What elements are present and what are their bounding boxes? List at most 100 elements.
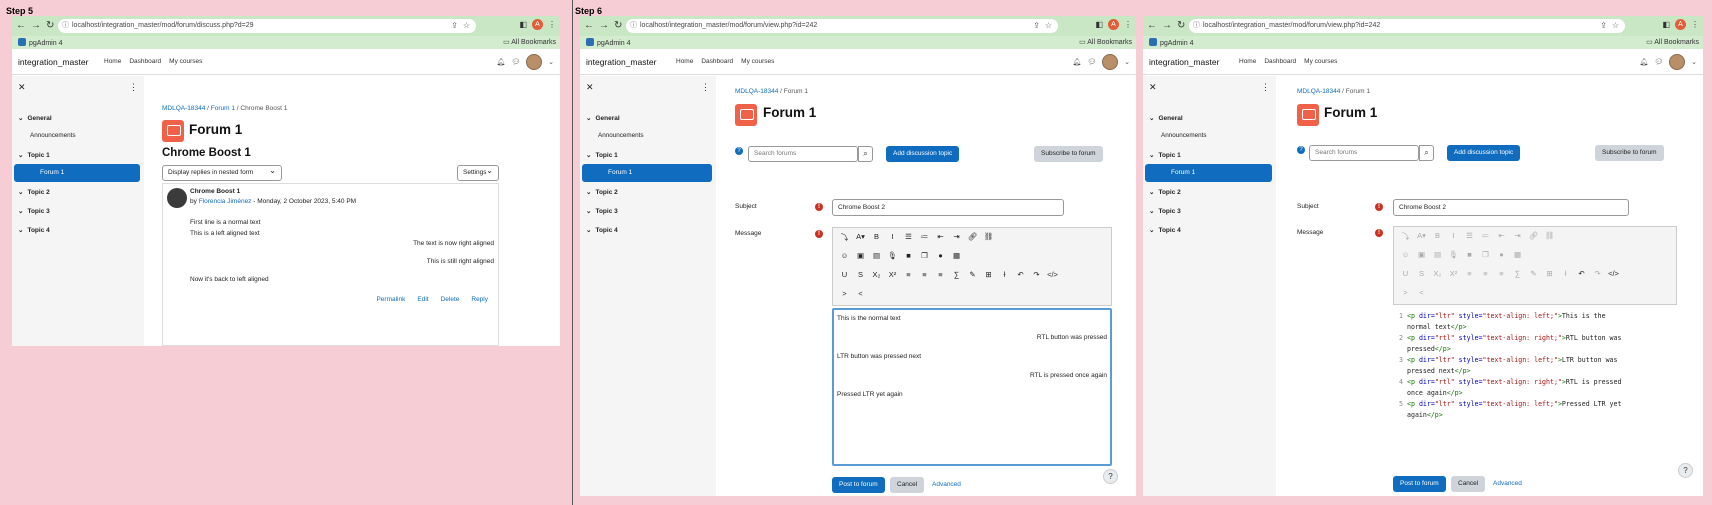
sidepanel-icon[interactable]: ◧ [519, 20, 527, 29]
table-icon[interactable]: ⊞ [983, 270, 994, 279]
forward-icon[interactable]: → [31, 20, 41, 31]
search-input[interactable]: Search forums [1309, 145, 1419, 161]
search-icon[interactable]: ⌕ [858, 146, 873, 162]
section-topic-1[interactable]: Topic 1 [18, 151, 49, 159]
undo-icon[interactable]: ↶ [1576, 269, 1587, 278]
unlink-icon[interactable]: ⛓ [983, 232, 994, 243]
html-icon[interactable]: </> [1047, 270, 1058, 279]
sidepanel-icon[interactable]: ◧ [1095, 20, 1103, 29]
subject-input[interactable]: Chrome Boost 2 [832, 199, 1064, 216]
section-topic-3[interactable]: Topic 3 [1149, 207, 1180, 215]
nav-home[interactable]: Home [104, 58, 121, 65]
nav-my-courses[interactable]: My courses [1304, 58, 1337, 65]
display-mode-select[interactable]: Display replies in nested form [162, 164, 282, 181]
author-avatar[interactable] [167, 188, 187, 208]
info-icon[interactable]: ? [1297, 146, 1305, 154]
menu-dots-icon[interactable]: ⋮ [548, 20, 556, 29]
all-bookmarks[interactable]: ▭ All Bookmarks [1079, 38, 1132, 46]
delete-link[interactable]: Delete [441, 296, 460, 303]
post-to-forum-button[interactable]: Post to forum [832, 477, 885, 493]
italic-icon[interactable]: I [887, 232, 898, 243]
nav-dashboard[interactable]: Dashboard [129, 58, 161, 65]
section-topic-1[interactable]: Topic 1 [1149, 151, 1180, 159]
profile-icon[interactable]: A [1108, 19, 1119, 30]
avatar[interactable] [1669, 54, 1686, 70]
nav-home[interactable]: Home [1239, 58, 1256, 65]
undo-icon[interactable]: ↶ [1015, 270, 1026, 279]
chevron-down-icon[interactable]: ⌄ [1124, 58, 1130, 66]
manage-files-icon[interactable]: ❐ [919, 251, 930, 260]
special-char-icon[interactable]: ✎ [967, 270, 978, 279]
nav-home[interactable]: Home [676, 58, 693, 65]
share-icon[interactable]: ⇪ [1033, 19, 1040, 33]
strikethrough-icon[interactable]: S [855, 270, 866, 279]
media-icon[interactable]: ▤ [871, 251, 882, 260]
underline-icon[interactable]: U [839, 270, 850, 279]
reply-link[interactable]: Reply [471, 296, 488, 303]
help-button[interactable]: ? [1103, 469, 1118, 484]
kebab-icon[interactable]: ⋮ [129, 82, 138, 93]
section-topic-3[interactable]: Topic 3 [18, 207, 49, 215]
item-forum-1-active[interactable]: Forum 1 [14, 164, 140, 182]
back-icon[interactable]: ← [1147, 20, 1157, 31]
html-icon[interactable]: </> [1608, 269, 1619, 278]
star-icon[interactable]: ☆ [1045, 19, 1052, 33]
section-general[interactable]: General [586, 114, 619, 122]
section-topic-4[interactable]: Topic 4 [18, 226, 49, 234]
avatar[interactable] [526, 54, 543, 70]
item-announcements[interactable]: Announcements [30, 132, 76, 139]
equation-icon[interactable]: ∑ [951, 270, 962, 279]
forward-icon[interactable]: → [1162, 20, 1172, 31]
bell-icon[interactable]: 🔔︎ [496, 58, 505, 66]
bell-icon[interactable]: 🔔︎ [1639, 58, 1648, 66]
indent-icon[interactable]: ⇥ [951, 232, 962, 243]
menu-dots-icon[interactable]: ⋮ [1124, 20, 1132, 29]
site-brand[interactable]: integration_master [1149, 57, 1219, 67]
section-general[interactable]: General [18, 114, 51, 122]
subject-input[interactable]: Chrome Boost 2 [1393, 199, 1629, 216]
section-topic-2[interactable]: Topic 2 [1149, 188, 1180, 196]
share-icon[interactable]: ⇪ [1600, 19, 1607, 33]
address-bar[interactable]: ⓘ localhost/integration_master/mod/forum… [58, 19, 476, 33]
expand-toolbar-icon[interactable]: ⤵ [839, 232, 850, 243]
table-grid-icon[interactable]: ▦ [951, 251, 962, 260]
superscript-icon[interactable]: X² [887, 270, 898, 279]
section-topic-2[interactable]: Topic 2 [586, 188, 617, 196]
all-bookmarks[interactable]: ▭ All Bookmarks [503, 38, 556, 46]
sidepanel-icon[interactable]: ◧ [1662, 20, 1670, 29]
address-bar[interactable]: ⓘ localhost/integration_master/mod/forum… [626, 19, 1058, 33]
avatar[interactable] [1102, 54, 1119, 70]
align-right-icon[interactable]: ≡ [935, 270, 946, 279]
bullet-list-icon[interactable]: ☰ [903, 232, 914, 243]
permalink-link[interactable]: Permalink [376, 296, 405, 303]
subscript-icon[interactable]: X₂ [871, 270, 882, 279]
profile-icon[interactable]: A [532, 19, 543, 30]
cancel-button[interactable]: Cancel [1451, 476, 1486, 492]
bookmark-pgadmin[interactable]: pgAdmin 4 [18, 38, 62, 47]
chat-icon[interactable]: 💬︎ [1654, 58, 1663, 66]
bold-icon[interactable]: B [871, 232, 882, 243]
nav-my-courses[interactable]: My courses [741, 58, 774, 65]
subscribe-button[interactable]: Subscribe to forum [1595, 145, 1664, 161]
section-topic-3[interactable]: Topic 3 [586, 207, 617, 215]
bookmark-pgadmin[interactable]: pgAdmin 4 [1149, 38, 1193, 47]
section-topic-2[interactable]: Topic 2 [18, 188, 49, 196]
section-topic-4[interactable]: Topic 4 [1149, 226, 1180, 234]
chat-icon[interactable]: 💬︎ [1087, 58, 1096, 66]
reload-icon[interactable]: ↻ [46, 20, 54, 31]
share-icon[interactable]: ⇪ [451, 19, 458, 33]
help-button[interactable]: ? [1678, 463, 1693, 478]
emoji-icon[interactable]: ☺ [839, 251, 850, 260]
section-topic-1[interactable]: Topic 1 [586, 151, 617, 159]
close-icon[interactable]: ✕ [586, 82, 594, 93]
nav-dashboard[interactable]: Dashboard [701, 58, 733, 65]
chat-icon[interactable]: 💬︎ [511, 58, 520, 66]
settings-dropdown[interactable]: Settings [457, 164, 499, 181]
bookmark-pgadmin[interactable]: pgAdmin 4 [586, 38, 630, 47]
message-editor[interactable]: This is the normal text RTL button was p… [832, 308, 1112, 466]
nav-dashboard[interactable]: Dashboard [1264, 58, 1296, 65]
site-brand[interactable]: integration_master [586, 57, 656, 67]
chevron-down-icon[interactable]: ⌄ [1691, 58, 1697, 66]
ltr-icon[interactable]: > [839, 289, 850, 298]
address-bar[interactable]: ⓘ localhost/integration_master/mod/forum… [1189, 19, 1625, 33]
